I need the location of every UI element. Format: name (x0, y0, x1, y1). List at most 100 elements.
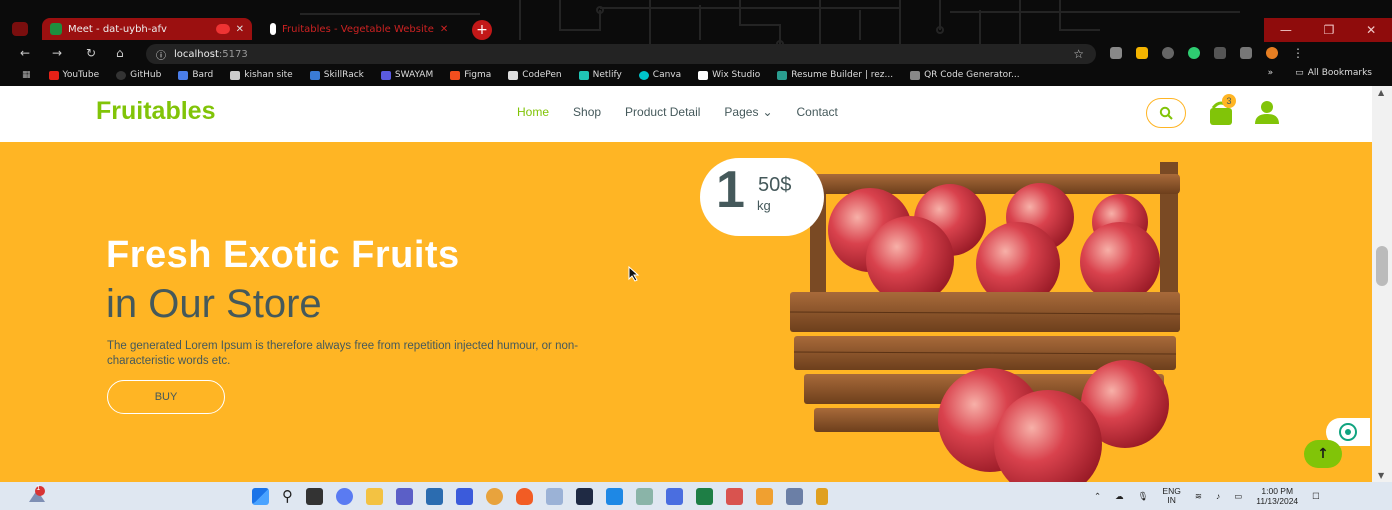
bookmark-item[interactable]: Netlify (578, 70, 622, 80)
url-host: localhost (174, 48, 219, 60)
hero-banner: Fresh Exotic Fruits in Our Store The gen… (0, 142, 1372, 482)
extension-icon[interactable] (1162, 47, 1174, 59)
cart-button[interactable]: 3 (1208, 94, 1236, 126)
close-tab-icon[interactable]: ✕ (236, 24, 244, 35)
bookmark-item[interactable]: QR Code Generator... (910, 70, 1020, 80)
app-icon[interactable] (576, 487, 593, 505)
nav-product-detail[interactable]: Product Detail (625, 105, 700, 119)
bookmark-item[interactable]: Wix Studio (698, 70, 760, 80)
volume-icon[interactable]: ♪ (1216, 491, 1220, 501)
scroll-up-icon[interactable]: ▲ (1378, 88, 1384, 97)
copilot-icon[interactable] (336, 487, 353, 505)
tab-strip: Meet - dat-uybh-afv ✕ Fruitables - Veget… (0, 14, 1392, 42)
site-logo[interactable]: Fruitables (96, 97, 215, 126)
extension-icon[interactable] (1110, 47, 1122, 59)
codepen-icon (508, 70, 519, 80)
bookmark-item[interactable]: Figma (450, 70, 491, 80)
bookmark-item[interactable]: Bard (178, 70, 213, 80)
task-view-icon[interactable] (306, 487, 323, 505)
bookmark-item[interactable]: Resume Builder | rez... (777, 70, 893, 80)
bookmark-item[interactable]: kishan site (230, 70, 293, 80)
close-tab-icon[interactable]: ✕ (440, 24, 448, 35)
buy-button[interactable]: BUY (107, 380, 225, 414)
battery-icon[interactable]: ▭ (1234, 491, 1242, 502)
tab-meet[interactable]: Meet - dat-uybh-afv ✕ (42, 18, 252, 40)
clock[interactable]: 1:00 PM 11/13/2024 (1256, 486, 1298, 506)
notifications-icon[interactable]: ☐ (1312, 491, 1320, 502)
chevron-down-icon: ⌄ (762, 105, 773, 119)
close-window-icon[interactable]: ✕ (1366, 23, 1376, 37)
new-tab-button[interactable]: + (472, 20, 492, 40)
hero-title: Fresh Exotic Fruits (106, 234, 460, 276)
puzzle-icon[interactable] (1214, 47, 1226, 59)
apps-icon[interactable]: ▦ (22, 70, 31, 80)
extension-icon[interactable] (1136, 47, 1148, 59)
bookmark-item[interactable]: YouTube (48, 70, 99, 80)
scroll-down-icon[interactable]: ▼ (1378, 471, 1384, 480)
nav-home[interactable]: Home (517, 105, 549, 119)
excel-icon[interactable] (696, 487, 713, 505)
navigation-bar: ← → ↻ ⌂ ⓘ localhost:5173 ☆ ⋮ (0, 44, 1392, 66)
kebab-menu-icon[interactable]: ⋮ (1292, 46, 1304, 60)
avatar[interactable] (1266, 47, 1278, 59)
bookmark-star-icon[interactable]: ☆ (1073, 47, 1084, 61)
back-to-top-button[interactable]: ↑ (1304, 440, 1342, 468)
site-icon (230, 70, 241, 80)
bookmark-item[interactable]: CodePen (508, 70, 562, 80)
address-bar[interactable]: ⓘ localhost:5173 ☆ (146, 44, 1096, 64)
reload-icon[interactable]: ↻ (86, 46, 96, 60)
all-bookmarks[interactable]: » ▭ All Bookmarks (1268, 68, 1372, 78)
more-bookmarks-icon[interactable]: » (1268, 68, 1274, 78)
app-icon[interactable] (636, 487, 653, 505)
mouse-cursor-icon (628, 266, 640, 282)
widgets-button[interactable]: 1 (26, 484, 48, 506)
download-icon[interactable] (1240, 47, 1252, 59)
forward-icon[interactable]: → (52, 46, 62, 60)
teams-icon[interactable] (396, 487, 413, 505)
recording-icon (215, 24, 230, 34)
app-icon[interactable] (546, 487, 563, 505)
bookmark-item[interactable]: GitHub (116, 70, 161, 80)
site-favicon-icon (270, 23, 276, 35)
store-icon[interactable] (426, 487, 443, 505)
notepad-icon[interactable] (666, 487, 683, 505)
bookmark-item[interactable]: Canva (638, 70, 681, 80)
vscode-icon[interactable] (606, 487, 623, 505)
chrome-icon[interactable] (486, 487, 503, 505)
restore-icon[interactable]: ❐ (1324, 23, 1335, 37)
nav-contact[interactable]: Contact (797, 105, 838, 119)
scrollbar-thumb[interactable] (1376, 246, 1388, 286)
app-icon[interactable] (816, 487, 828, 505)
chevron-up-icon[interactable]: ⌃ (1094, 491, 1101, 502)
search-button[interactable] (1146, 98, 1186, 128)
nav-pages-label: Pages (724, 105, 759, 119)
home-icon[interactable]: ⌂ (116, 46, 124, 60)
minimize-icon[interactable]: — (1280, 23, 1292, 37)
window-controls: — ❐ ✕ (1264, 18, 1392, 42)
app-icon[interactable] (786, 487, 803, 505)
tab-fruitables[interactable]: Fruitables - Vegetable Website ✕ (262, 18, 462, 40)
netlify-icon (578, 70, 589, 80)
brave-icon[interactable] (516, 487, 533, 505)
nav-shop[interactable]: Shop (573, 105, 601, 119)
language-indicator[interactable]: ENG IN (1162, 487, 1180, 505)
bookmark-item[interactable]: SWAYAM (380, 70, 433, 80)
account-button[interactable] (1254, 100, 1280, 128)
app-icon[interactable] (756, 487, 773, 505)
site-info-icon[interactable]: ⓘ (156, 47, 166, 62)
wifi-icon[interactable]: ≋ (1195, 491, 1202, 502)
cloud-icon[interactable]: ☁ (1115, 491, 1124, 502)
file-explorer-icon[interactable] (366, 487, 383, 505)
app-icon[interactable] (726, 487, 743, 505)
extension-icon[interactable] (1188, 47, 1200, 59)
nav-pages[interactable]: Pages ⌄ (724, 105, 772, 119)
start-icon[interactable] (252, 487, 269, 505)
bookmark-item[interactable]: SkillRack (309, 70, 364, 80)
microphone-icon[interactable]: 🎙 (1138, 491, 1149, 502)
url-port: :5173 (218, 48, 248, 60)
search-icon[interactable]: ⚲ (282, 487, 293, 505)
app-icon[interactable] (456, 487, 473, 505)
back-icon[interactable]: ← (20, 46, 30, 60)
page-scrollbar[interactable]: ▲ ▼ (1372, 86, 1392, 482)
site-header: Fruitables Home Shop Product Detail Page… (0, 86, 1372, 142)
